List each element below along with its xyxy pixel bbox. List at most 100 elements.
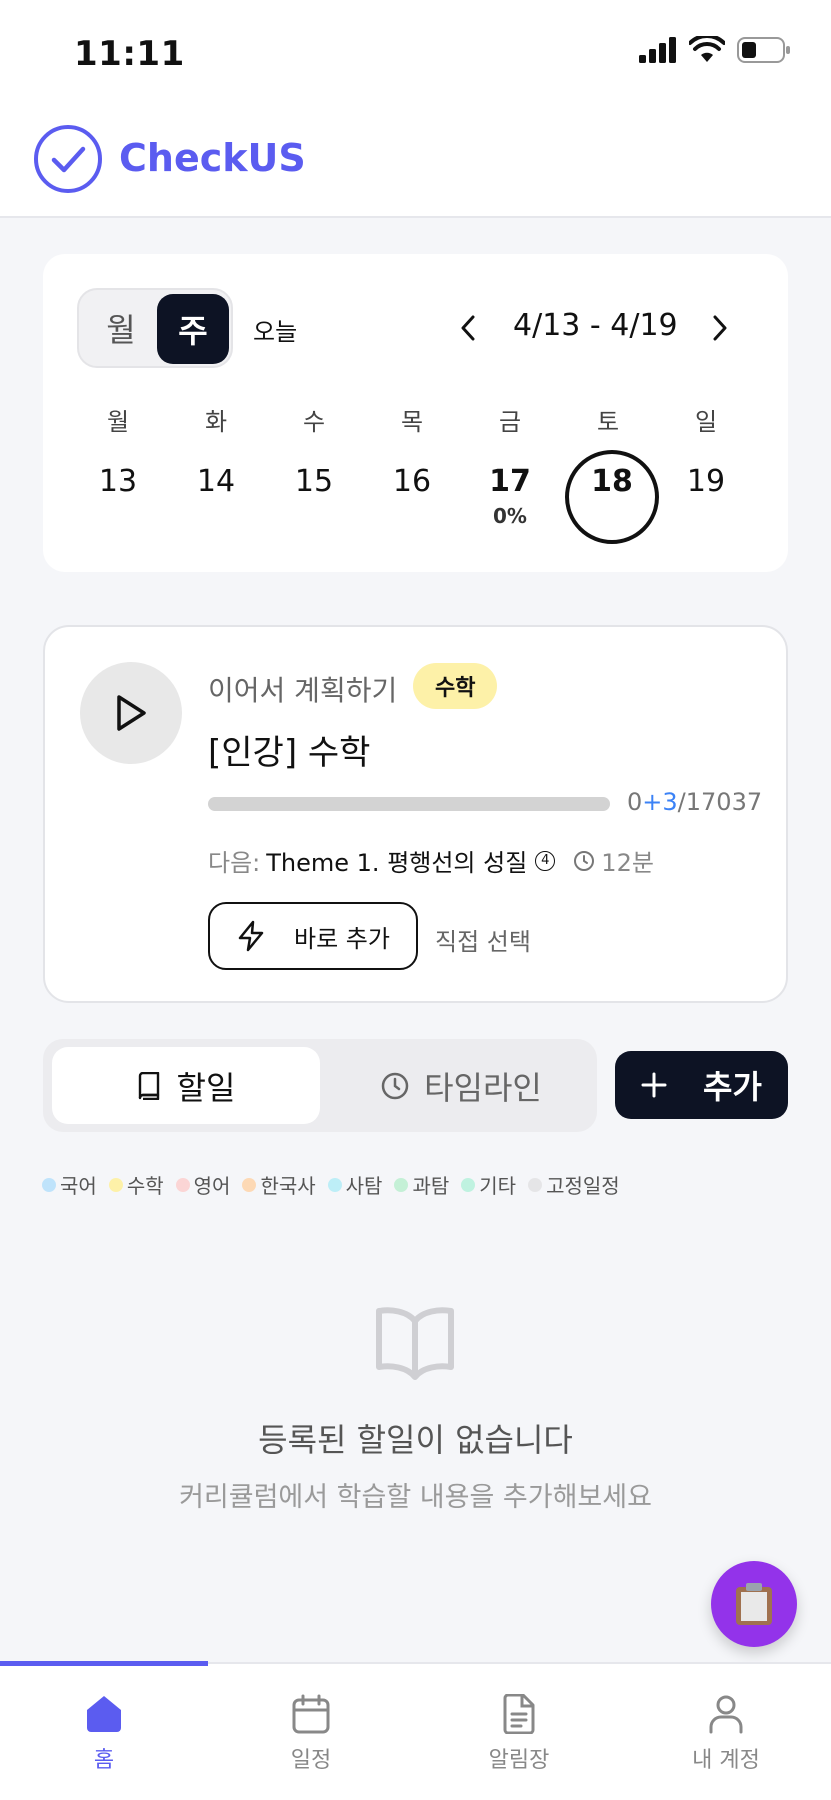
next-week-button[interactable] — [705, 310, 735, 346]
day-13[interactable]: 13 — [83, 464, 153, 499]
next-label: 다음: — [208, 849, 261, 877]
add-button-label: 추가 — [703, 1068, 762, 1106]
view-toggle: 월 주 — [77, 288, 233, 368]
nav-notice-label: 알림장 — [488, 1748, 550, 1773]
legend-dot — [461, 1177, 476, 1192]
legend-dot — [108, 1177, 123, 1192]
progress-total: /17037 — [677, 788, 763, 816]
status-time: 11:11 — [74, 34, 185, 74]
today-button[interactable]: 오늘 — [253, 312, 297, 347]
legend-item: 기타 — [461, 1170, 516, 1199]
wifi-icon — [689, 36, 725, 62]
legend-label: 영어 — [193, 1174, 231, 1198]
nav-home[interactable]: 홈 — [24, 1694, 184, 1774]
nav-account[interactable]: 내 계정 — [646, 1694, 806, 1774]
plus-icon — [641, 1072, 667, 1098]
week-range: 4/13 - 4/19 — [513, 308, 678, 343]
lightning-icon — [238, 920, 264, 952]
nav-notice[interactable]: 알림장 — [439, 1694, 599, 1774]
weekday-label: 토 — [596, 408, 620, 436]
legend-item: 국어 — [42, 1170, 97, 1199]
legend-label: 사탐 — [345, 1174, 383, 1198]
week-calendar-card: 월 주 오늘 4/13 - 4/19 월 화 수 목 금 토 일 13 14 1… — [43, 254, 788, 572]
legend-dot — [175, 1177, 190, 1192]
legend-dot — [327, 1177, 342, 1192]
view-month-button[interactable]: 월 — [89, 300, 153, 356]
day-15[interactable]: 15 — [279, 464, 349, 499]
empty-subtitle: 커리큘럼에서 학습할 내용을 추가해보세요 — [179, 1482, 652, 1513]
legend-label: 과탐 — [412, 1174, 450, 1198]
weekday-label: 일 — [694, 408, 718, 436]
app-logo-text: CheckUS — [119, 136, 306, 180]
legend-dot — [394, 1177, 409, 1192]
lesson-number-badge: 4 — [535, 850, 556, 871]
legend-item: 사탐 — [327, 1170, 383, 1199]
day-16[interactable]: 16 — [377, 464, 447, 499]
add-button[interactable]: 추가 — [615, 1051, 788, 1119]
legend-item: 한국사 — [242, 1170, 316, 1199]
legend-item: 과탐 — [394, 1170, 449, 1199]
signal-icon — [639, 37, 676, 63]
empty-title: 등록된 할일이 없습니다 — [258, 1421, 573, 1459]
prev-week-button[interactable] — [453, 310, 483, 346]
subject-legend: 국어 수학 영어 한국사 사탐 과탐 기타 고정일정 — [42, 1170, 620, 1199]
subject-badge: 수학 — [413, 663, 498, 709]
battery-icon — [737, 37, 790, 63]
quick-add-button[interactable]: 바로 추가 — [208, 902, 418, 970]
document-icon — [503, 1694, 535, 1734]
next-lesson-row: 다음: Theme 1. 평행선의 성질 4 12분 — [208, 843, 654, 878]
progress-added: +3 — [642, 788, 678, 816]
play-button[interactable] — [80, 662, 182, 764]
progress-count: 0+3/17037 — [627, 788, 762, 816]
day-17[interactable]: 17 — [475, 464, 545, 499]
legend-item: 수학 — [108, 1170, 164, 1199]
weekday-label: 화 — [204, 408, 228, 436]
legend-item: 영어 — [175, 1170, 231, 1199]
legend-dot — [42, 1177, 56, 1192]
tab-timeline[interactable]: 타임라인 — [333, 1047, 589, 1124]
legend-label: 한국사 — [260, 1174, 316, 1198]
bottom-nav: 홈 일정 알림장 내 계정 — [0, 1661, 831, 1800]
next-lesson-title: Theme 1. 평행선의 성질 — [266, 849, 528, 877]
view-week-button[interactable]: 주 — [157, 294, 229, 364]
legend-label: 고정일정 — [546, 1174, 620, 1198]
clock-icon — [381, 1072, 409, 1099]
clipboard-icon — [736, 1583, 772, 1625]
clock-icon — [574, 850, 595, 871]
bottom-nav-indicator — [0, 1661, 208, 1666]
day-17-progress: 0% — [493, 504, 527, 528]
continue-planning-card: 이어서 계획하기 수학 [인강] 수학 0+3/17037 다음: Theme … — [43, 625, 788, 1003]
manual-select-link[interactable]: 직접 선택 — [435, 922, 531, 957]
progress-done: 0 — [627, 788, 643, 816]
book-icon — [138, 1071, 159, 1100]
clipboard-fab[interactable] — [711, 1561, 797, 1647]
legend-dot — [242, 1177, 257, 1192]
legend-label: 기타 — [479, 1174, 517, 1198]
app-header: CheckUS — [0, 100, 831, 218]
home-icon — [87, 1696, 121, 1732]
weekday-label: 월 — [106, 408, 130, 436]
duration-text: 12분 — [601, 849, 654, 877]
weekday-label: 목 — [400, 408, 424, 436]
weekday-label: 수 — [302, 408, 326, 436]
chevron-right-icon — [713, 315, 727, 341]
weekday-label: 금 — [498, 408, 522, 436]
tab-todo[interactable]: 할일 — [52, 1047, 320, 1124]
legend-label: 국어 — [60, 1174, 97, 1198]
nav-home-label: 홈 — [93, 1748, 115, 1773]
nav-schedule[interactable]: 일정 — [231, 1694, 391, 1774]
legend-item: 고정일정 — [528, 1170, 620, 1199]
tab-todo-label: 할일 — [176, 1068, 236, 1107]
day-19[interactable]: 19 — [671, 464, 741, 499]
quick-add-label: 바로 추가 — [294, 924, 390, 953]
nav-schedule-label: 일정 — [290, 1748, 332, 1773]
tab-timeline-label: 타임라인 — [424, 1068, 542, 1107]
day-14[interactable]: 14 — [181, 464, 251, 499]
play-icon — [117, 695, 146, 731]
calendar-icon — [292, 1694, 330, 1734]
status-bar: 11:11 — [0, 0, 831, 100]
day-18-selected[interactable]: 18 — [577, 464, 647, 499]
check-circle-icon — [34, 125, 102, 193]
user-icon — [709, 1695, 743, 1734]
nav-account-label: 내 계정 — [692, 1748, 760, 1773]
